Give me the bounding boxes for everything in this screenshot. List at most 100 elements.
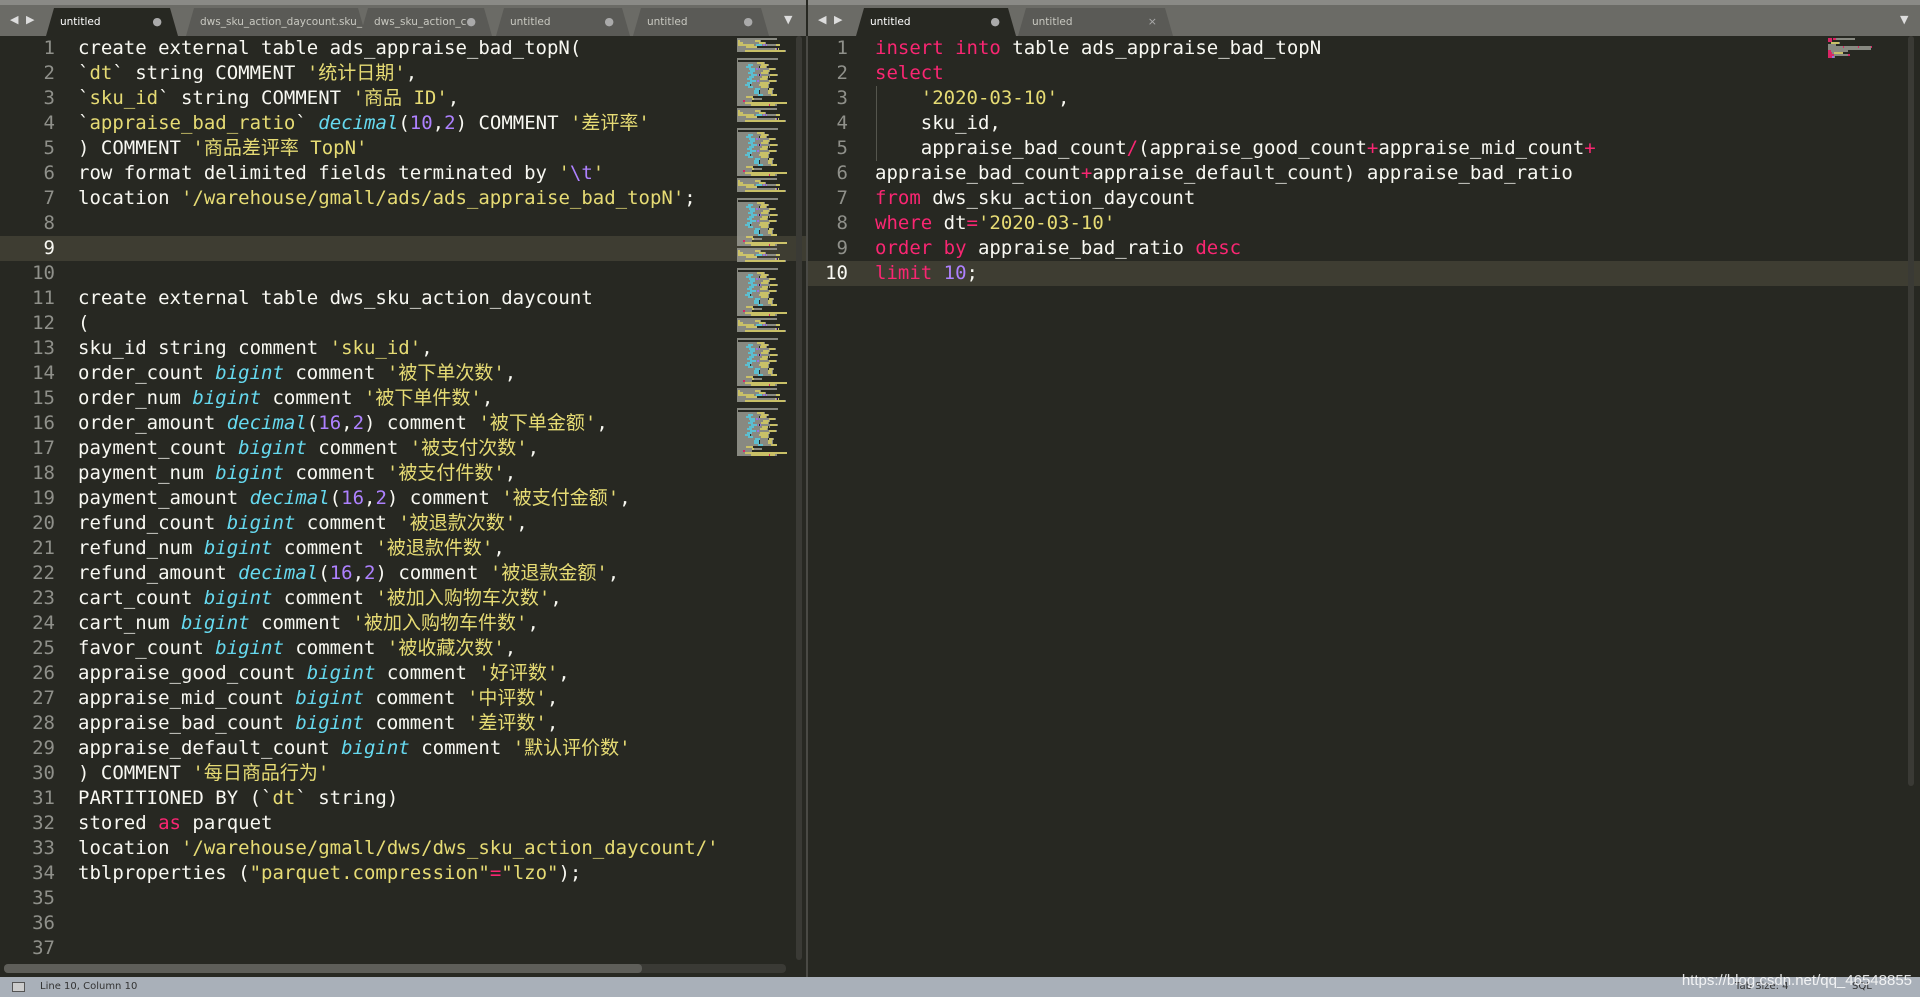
code-text[interactable]: tblproperties ("parquet.compression"="lz…	[78, 861, 581, 886]
tab-dws-sku-action-c[interactable]: dws_sku_action_c ●	[360, 8, 492, 36]
left-vertical-scrollbar[interactable]	[796, 36, 802, 960]
left-horizontal-scrollbar[interactable]	[4, 964, 786, 973]
tab-untitled[interactable]: untitled ●	[46, 8, 178, 36]
code-line[interactable]: 9	[0, 236, 806, 261]
code-line[interactable]: 21 refund_num bigint comment '被退款件数',	[0, 536, 806, 561]
code-text[interactable]: order_count bigint comment '被下单次数',	[78, 361, 516, 386]
code-line[interactable]: 29 appraise_default_count bigint comment …	[0, 736, 806, 761]
close-icon[interactable]: ×	[1148, 8, 1157, 36]
unsaved-dot-icon[interactable]: ●	[604, 8, 614, 36]
tab-dws-sku-action-daycount-sku-id[interactable]: dws_sku_action_daycount.sku_id	[186, 8, 366, 36]
code-line[interactable]: 14 order_count bigint comment '被下单次数',	[0, 361, 806, 386]
code-text[interactable]: sku_id string comment 'sku_id',	[78, 336, 433, 361]
code-line[interactable]: 33 location '/warehouse/gmall/dws/dws_sku…	[0, 836, 806, 861]
code-line[interactable]: 22 refund_amount decimal(16,2) comment '被…	[0, 561, 806, 586]
code-line[interactable]: 5) COMMENT '商品差评率 TopN'	[0, 136, 806, 161]
code-line[interactable]: 16 order_amount decimal(16,2) comment '被下…	[0, 411, 806, 436]
code-text[interactable]: `dt` string COMMENT '统计日期',	[78, 61, 417, 86]
code-line[interactable]: 19 payment_amount decimal(16,2) comment '…	[0, 486, 806, 511]
code-line[interactable]: 10 limit 10;	[808, 261, 1920, 286]
tab-untitled[interactable]: untitled ●	[856, 8, 1016, 36]
code-text[interactable]: ) COMMENT '商品差评率 TopN'	[78, 136, 367, 161]
tab-untitled[interactable]: untitled ●	[496, 8, 630, 36]
tab-dropdown-icon[interactable]: ▼	[784, 13, 792, 26]
code-line[interactable]: 7 location '/warehouse/gmall/ads/ads_appr…	[0, 186, 806, 211]
code-line[interactable]: 8	[0, 211, 806, 236]
code-text[interactable]: '2020-03-10',	[875, 86, 1070, 111]
code-line[interactable]: 9 order by appraise_bad_ratio desc	[808, 236, 1920, 261]
code-line[interactable]: 18 payment_num bigint comment '被支付件数',	[0, 461, 806, 486]
code-text[interactable]: where dt='2020-03-10'	[875, 211, 1115, 236]
left-minimap[interactable]	[737, 38, 791, 558]
code-line[interactable]: 15 order_num bigint comment '被下单件数',	[0, 386, 806, 411]
code-text[interactable]: insert into table ads_appraise_bad_topN	[875, 36, 1321, 61]
code-text[interactable]: create external table dws_sku_action_day…	[78, 286, 593, 311]
code-line[interactable]: 8 where dt='2020-03-10'	[808, 211, 1920, 236]
code-line[interactable]: 23 cart_count bigint comment '被加入购物车次数',	[0, 586, 806, 611]
code-line[interactable]: 6 row format delimited fields terminated …	[0, 161, 806, 186]
right-minimap[interactable]	[1828, 38, 1898, 78]
unsaved-dot-icon[interactable]: ●	[743, 8, 753, 36]
code-text[interactable]: order_num bigint comment '被下单件数',	[78, 386, 493, 411]
code-text[interactable]: (	[78, 311, 89, 336]
code-line[interactable]: 4 sku_id,	[808, 111, 1920, 136]
code-line[interactable]: 11 create external table dws_sku_action_d…	[0, 286, 806, 311]
code-text[interactable]: payment_num bigint comment '被支付件数',	[78, 461, 516, 486]
code-text[interactable]: `appraise_bad_ratio` decimal(10,2) COMME…	[78, 111, 650, 136]
code-text[interactable]: location '/warehouse/gmall/ads/ads_appra…	[78, 186, 696, 211]
code-line[interactable]: 10	[0, 261, 806, 286]
code-line[interactable]: 12 (	[0, 311, 806, 336]
code-line[interactable]: 30) COMMENT '每日商品行为'	[0, 761, 806, 786]
code-text[interactable]: payment_amount decimal(16,2) comment '被支…	[78, 486, 631, 511]
code-line[interactable]: 17 payment_count bigint comment '被支付次数',	[0, 436, 806, 461]
code-text[interactable]: stored as parquet	[78, 811, 272, 836]
code-text[interactable]: `sku_id` string COMMENT '商品 ID',	[78, 86, 459, 111]
code-line[interactable]: 1 insert into table ads_appraise_bad_topN	[808, 36, 1920, 61]
code-line[interactable]: 32 stored as parquet	[0, 811, 806, 836]
code-text[interactable]: select	[875, 61, 944, 86]
code-text[interactable]: cart_count bigint comment '被加入购物车次数',	[78, 586, 562, 611]
tab-nav-arrows-icon[interactable]: ◀ ▶	[818, 13, 844, 26]
code-line[interactable]: 24 cart_num bigint comment '被加入购物车件数',	[0, 611, 806, 636]
code-line[interactable]: 27 appraise_mid_count bigint comment '中评数…	[0, 686, 806, 711]
code-text[interactable]: cart_num bigint comment '被加入购物车件数',	[78, 611, 539, 636]
code-line[interactable]: 31 PARTITIONED BY (`dt` string)	[0, 786, 806, 811]
code-text[interactable]: order_amount decimal(16,2) comment '被下单金…	[78, 411, 608, 436]
code-line[interactable]: 4 `appraise_bad_ratio` decimal(10,2) COMM…	[0, 111, 806, 136]
code-text[interactable]: ) COMMENT '每日商品行为'	[78, 761, 329, 786]
right-editor[interactable]: 10 limit 10; 9 order by appraise_bad_ratio …	[808, 36, 1920, 977]
code-line[interactable]: 20 refund_count bigint comment '被退款次数',	[0, 511, 806, 536]
unsaved-dot-icon[interactable]: ●	[466, 8, 476, 36]
code-text[interactable]: appraise_mid_count bigint comment '中评数',	[78, 686, 558, 711]
code-line[interactable]: 6 appraise_bad_count+appraise_default_cou…	[808, 161, 1920, 186]
unsaved-dot-icon[interactable]: ●	[152, 8, 162, 36]
code-line[interactable]: 1 create external table ads_appraise_bad_…	[0, 36, 806, 61]
code-text[interactable]: favor_count bigint comment '被收藏次数',	[78, 636, 516, 661]
code-text[interactable]: limit 10;	[875, 261, 978, 286]
code-line[interactable]: 26 appraise_good_count bigint comment '好评…	[0, 661, 806, 686]
code-text[interactable]: payment_count bigint comment '被支付次数',	[78, 436, 539, 461]
code-text[interactable]: from dws_sku_action_daycount	[875, 186, 1195, 211]
code-text[interactable]: refund_num bigint comment '被退款件数',	[78, 536, 505, 561]
code-line[interactable]: 3 '2020-03-10',	[808, 86, 1920, 111]
code-text[interactable]: location '/warehouse/gmall/dws/dws_sku_a…	[78, 836, 719, 861]
tab-untitled[interactable]: untitled ×	[1018, 8, 1173, 36]
code-text[interactable]: PARTITIONED BY (`dt` string)	[78, 786, 398, 811]
code-line[interactable]: 13 sku_id string comment 'sku_id',	[0, 336, 806, 361]
code-text[interactable]: create external table ads_appraise_bad_t…	[78, 36, 581, 61]
code-line[interactable]: 2 select	[808, 61, 1920, 86]
code-line[interactable]: 7 from dws_sku_action_daycount	[808, 186, 1920, 211]
right-vertical-scrollbar[interactable]	[1908, 36, 1914, 786]
code-line[interactable]: 37	[0, 936, 806, 961]
tab-nav-arrows-icon[interactable]: ◀ ▶	[10, 13, 36, 26]
code-text[interactable]: refund_count bigint comment '被退款次数',	[78, 511, 528, 536]
tab-dropdown-icon[interactable]: ▼	[1900, 13, 1908, 26]
left-horizontal-scroll-thumb[interactable]	[4, 964, 642, 973]
code-text[interactable]: appraise_bad_count+appraise_default_coun…	[875, 161, 1573, 186]
code-text[interactable]: order by appraise_bad_ratio desc	[875, 236, 1241, 261]
code-line[interactable]: 36	[0, 911, 806, 936]
code-line[interactable]: 34 tblproperties ("parquet.compression"="…	[0, 861, 806, 886]
code-line[interactable]: 28 appraise_bad_count bigint comment '差评数…	[0, 711, 806, 736]
code-text[interactable]: appraise_default_count bigint comment '默…	[78, 736, 631, 761]
code-text[interactable]: appraise_bad_count bigint comment '差评数',	[78, 711, 558, 736]
